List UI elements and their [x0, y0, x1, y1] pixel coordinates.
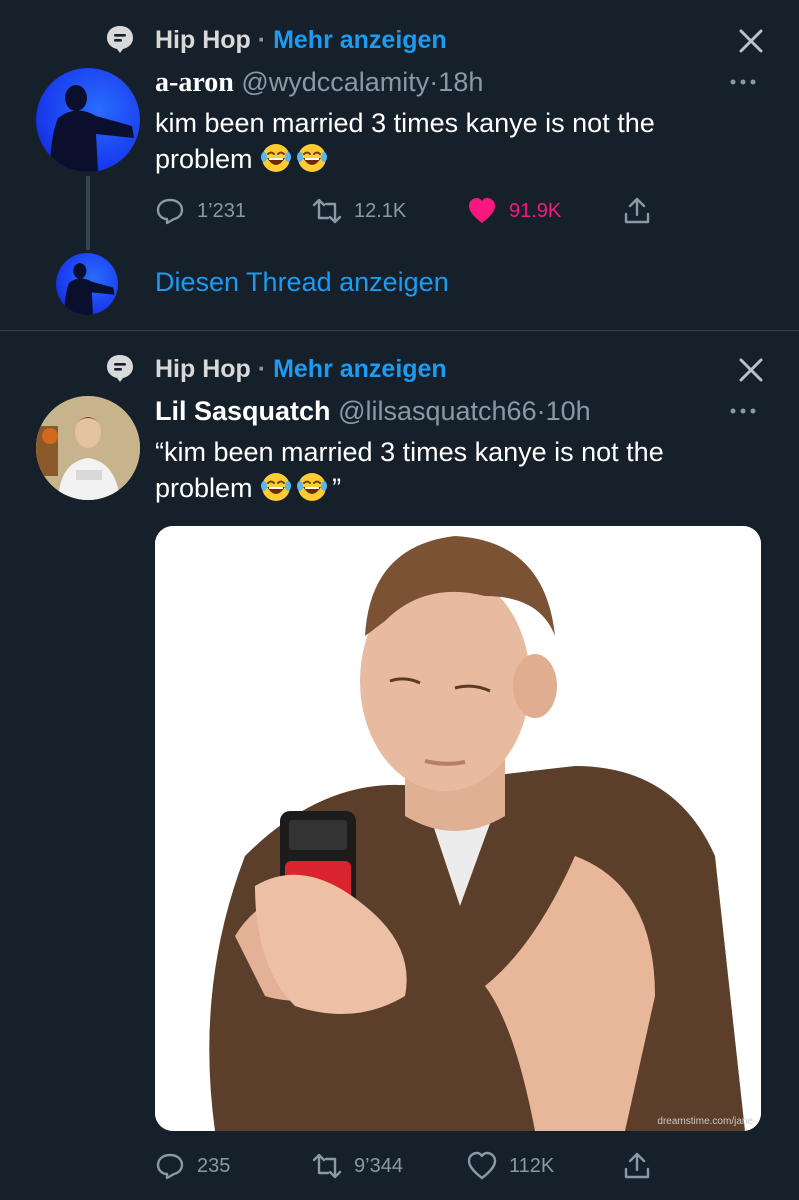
separator: ·: [429, 67, 439, 97]
tweet-text-line-2: problem: [155, 473, 253, 503]
retweet-icon: [312, 198, 342, 224]
close-icon[interactable]: [738, 28, 764, 54]
topic-name[interactable]: Hip Hop: [155, 355, 251, 383]
laughing-tears-emoji: [261, 144, 292, 172]
retweet-icon: [312, 1153, 342, 1179]
show-more-link[interactable]: Mehr anzeigen: [273, 355, 447, 383]
like-count: 91.9K: [509, 199, 562, 222]
reply-icon: [156, 1153, 184, 1180]
show-more-link[interactable]: Mehr anzeigen: [273, 26, 447, 54]
thread-avatar: [56, 253, 118, 315]
media-watermark: dreamstime.com/jane: [657, 1116, 753, 1127]
retweet-count: 12.1K: [354, 199, 407, 222]
tweet-divider: [0, 330, 799, 331]
like-button[interactable]: 112K: [467, 1151, 554, 1181]
topic-separator: ·: [257, 355, 267, 383]
reply-count: 1’231: [197, 199, 246, 222]
avatar-image: [64, 263, 115, 315]
share-icon: [624, 1152, 650, 1179]
retweet-count: 9’344: [354, 1154, 403, 1177]
more-icon[interactable]: [728, 406, 758, 416]
avatar[interactable]: [36, 68, 140, 172]
close-icon[interactable]: [738, 357, 764, 383]
share-icon: [624, 197, 650, 224]
retweet-button[interactable]: 9’344: [312, 1151, 403, 1181]
display-name[interactable]: Lil Sasquatch: [155, 396, 331, 426]
laughing-tears-emoji: [297, 473, 328, 501]
show-thread-link[interactable]: Diesen Thread anzeigen: [155, 267, 449, 298]
heart-icon: [469, 198, 495, 223]
share-button[interactable]: [622, 196, 652, 226]
thread-connector: [86, 176, 90, 250]
reply-button[interactable]: 235: [155, 1151, 230, 1181]
tweet-text-content: kim been married 3 times kanye is not th…: [155, 108, 655, 174]
topic-icon: [107, 26, 133, 53]
closing-quote: ”: [332, 473, 342, 503]
topic-name[interactable]: Hip Hop: [155, 26, 251, 54]
display-name[interactable]: a-aron: [155, 67, 234, 98]
tweet-text: “kim been married 3 times kanye is not t…: [155, 434, 755, 506]
tweet-text-line-1: “kim been married 3 times kanye is not t…: [155, 437, 664, 467]
author-line: Lil Sasquatch @lilsasquatch66·10h: [155, 396, 591, 427]
like-button[interactable]: 91.9K: [467, 196, 561, 226]
laughing-tears-emoji: [297, 144, 328, 172]
separator: ·: [536, 396, 546, 426]
retweet-button[interactable]: 12.1K: [312, 196, 406, 226]
handle[interactable]: @wydccalamity: [241, 67, 429, 97]
heart-icon: [467, 1151, 497, 1180]
topic-separator: ·: [257, 26, 267, 54]
share-button[interactable]: [622, 1151, 652, 1181]
laughing-tears-emoji: [261, 473, 292, 501]
timestamp[interactable]: 18h: [438, 67, 483, 97]
teen-texting-photo: [155, 526, 761, 1131]
handle[interactable]: @lilsasquatch66: [338, 396, 537, 426]
reply-icon: [156, 198, 184, 225]
avatar[interactable]: [36, 396, 140, 500]
topic-line: Hip Hop · Mehr anzeigen: [155, 26, 447, 55]
avatar-image: [50, 85, 134, 172]
reply-button[interactable]: 1’231: [155, 196, 246, 226]
avatar-image: [36, 396, 140, 500]
author-line: a-aron @wydccalamity·18h: [155, 67, 483, 99]
like-count: 112K: [509, 1154, 555, 1177]
topic-line: Hip Hop · Mehr anzeigen: [155, 355, 447, 384]
reply-count: 235: [197, 1154, 231, 1177]
timestamp[interactable]: 10h: [546, 396, 591, 426]
topic-icon: [107, 355, 133, 382]
more-icon[interactable]: [728, 77, 758, 87]
tweet-media[interactable]: dreamstime.com/jane: [155, 526, 761, 1131]
tweet-text: kim been married 3 times kanye is not th…: [155, 105, 755, 177]
